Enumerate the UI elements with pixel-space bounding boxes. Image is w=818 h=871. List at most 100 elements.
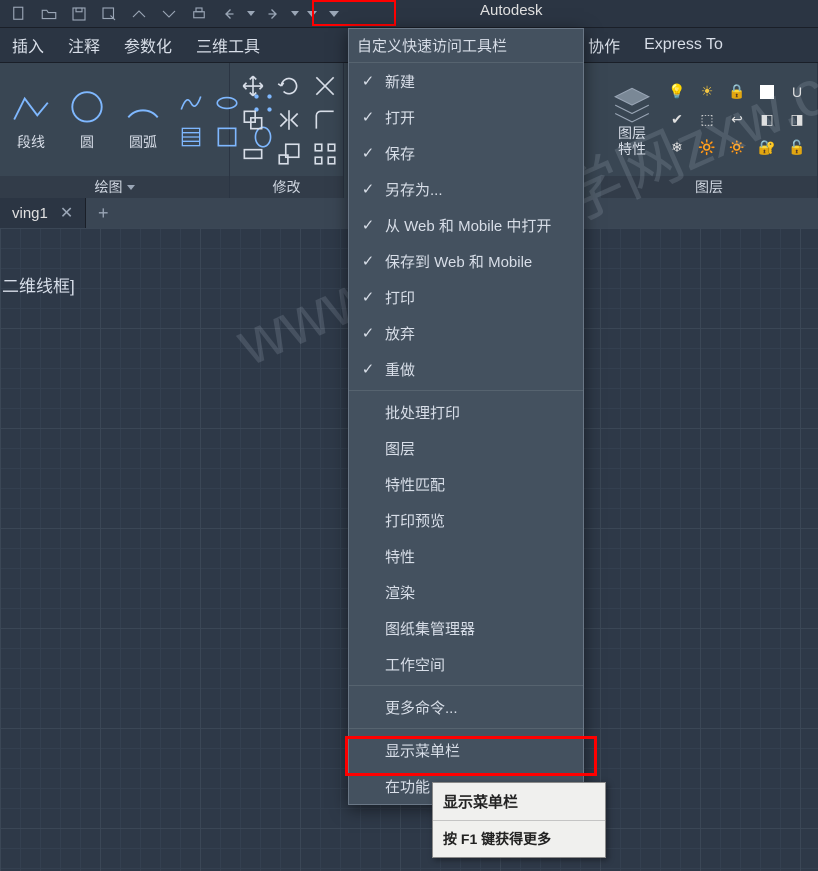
layer-lock2-icon[interactable]: 🔐 [753,135,781,161]
tool-fillet-icon[interactable] [308,104,342,136]
menu-item-label: 打印预览 [385,510,445,531]
layer-bulb-on-icon[interactable]: 💡 [663,79,691,105]
menu-item-label: 在功能 [385,776,430,797]
qat-undo-drop-icon[interactable] [244,2,258,26]
tab-annotate[interactable]: 注释 [64,29,104,61]
qat-web-open-icon[interactable] [124,2,154,26]
qat-redo-icon[interactable] [258,2,288,26]
tab-collab[interactable]: 协作 [584,29,624,61]
tab-parametric[interactable]: 参数化 [120,29,176,61]
tool-copy-icon[interactable] [236,104,270,136]
menu-item[interactable]: ✓打印 [349,279,583,315]
menu-item[interactable]: 特性匹配 [349,466,583,502]
menu-item[interactable]: 显示菜单栏 [349,732,583,768]
menu-item-label: 保存到 Web 和 Mobile [385,251,532,272]
panel-draw: 段线 圆 圆弧 绘图 [0,63,230,198]
panel-layers-title[interactable]: 图层 [601,176,817,198]
layer-unlock-icon[interactable]: 🔓 [783,135,811,161]
layer-freeze-icon[interactable]: ❄ [663,135,691,161]
panel-draw-title[interactable]: 绘图 [0,176,229,198]
menu-item[interactable]: 工作空间 [349,646,583,682]
document-tab[interactable]: ving1 ✕ [0,198,86,228]
layer-match-icon[interactable]: ⬚ [693,107,721,133]
tool-mirror-icon[interactable] [272,104,306,136]
menu-header: 自定义快速访问工具栏 [349,29,583,63]
check-icon: ✓ [359,324,377,342]
menu-item-label: 批处理打印 [385,402,460,423]
tool-trim-icon[interactable] [308,70,342,102]
menu-item-label: 图层 [385,438,415,459]
menu-item-label: 另存为... [385,179,443,200]
qat-new-icon[interactable] [4,2,34,26]
tooltip-help: 按 F1 键获得更多 [433,821,605,857]
layer-off-icon[interactable]: 🔆 [693,135,721,161]
menu-item[interactable]: 图层 [349,430,583,466]
panel-modify-title[interactable]: 修改 [230,176,343,198]
menu-item[interactable]: 特性 [349,538,583,574]
menu-item[interactable]: ✓另存为... [349,171,583,207]
qat-open-icon[interactable] [34,2,64,26]
panel-modify: 修改 [230,63,344,198]
layer-iso-icon[interactable]: ◧ [753,107,781,133]
tool-hatch-icon[interactable] [174,121,208,153]
menu-item[interactable]: ✓ 从 Web 和 Mobile 中打开 [349,207,583,243]
qat-highlight-box [312,0,396,26]
qat-saveas-icon[interactable] [94,2,124,26]
menu-item[interactable]: ✓ 保存到 Web 和 Mobile [349,243,583,279]
menu-item[interactable]: 打印预览 [349,502,583,538]
layer-prev-icon[interactable]: ↩ [723,107,751,133]
menu-item-label: 从 Web 和 Mobile 中打开 [385,215,551,236]
check-icon: ✓ [359,216,377,234]
layer-color-icon[interactable] [760,85,774,99]
layer-u-icon[interactable]: U [783,79,811,105]
menu-item[interactable]: 批处理打印 [349,394,583,430]
menu-item[interactable]: 图纸集管理器 [349,610,583,646]
menu-item[interactable]: ✓新建 [349,63,583,99]
layer-lock-icon[interactable]: 🔒 [723,79,751,105]
menu-item[interactable]: ✓保存 [349,135,583,171]
menu-item-label: 打印 [385,287,415,308]
menu-item[interactable]: 更多命令... [349,689,583,725]
app-title: Autodesk [480,2,543,19]
menu-item[interactable]: ✓重做 [349,351,583,387]
qat-print-icon[interactable] [184,2,214,26]
tool-scale-icon[interactable] [272,138,306,170]
layer-sun-icon[interactable]: ☀ [693,79,721,105]
btn-arc[interactable]: 圆弧 [118,86,168,154]
tool-stretch-icon[interactable] [236,138,270,170]
tool-move-icon[interactable] [236,70,270,102]
tool-spline-icon[interactable] [174,87,208,119]
menu-item[interactable]: 渲染 [349,574,583,610]
add-document-button[interactable]: + [86,203,120,224]
tab-3dtools[interactable]: 三维工具 [192,29,264,61]
qat-customize-menu: 自定义快速访问工具栏 ✓新建✓打开✓保存✓另存为...✓从 Web 和 Mobi… [348,28,584,805]
btn-circle[interactable]: 圆 [62,86,112,154]
btn-polyline[interactable]: 段线 [6,86,56,154]
check-icon: ✓ [359,252,377,270]
quick-access-toolbar [0,0,818,28]
qat-redo-drop-icon[interactable] [288,2,302,26]
tooltip-title: 显示菜单栏 [433,783,605,821]
menu-item-label: 渲染 [385,582,415,603]
visual-style-label[interactable]: 二维线框] [2,272,75,297]
panel-layers: 图层 特性 💡 ☀ 🔒 U ✔ ⬚ ↩ ◧ ◨ ❄ 🔆 🔅 🔐 🔓 图层 [601,63,818,198]
menu-item-label: 打开 [385,107,415,128]
qat-undo-icon[interactable] [214,2,244,26]
tool-array-icon[interactable] [308,138,342,170]
tool-rotate-icon[interactable] [272,70,306,102]
layer-on-icon[interactable]: 🔅 [723,135,751,161]
qat-save-icon[interactable] [64,2,94,26]
menu-item-label: 特性 [385,546,415,567]
menu-item-label: 新建 [385,71,415,92]
menu-separator [349,390,583,391]
menu-item[interactable]: ✓打开 [349,99,583,135]
layer-make-current-icon[interactable]: ✔ [663,107,691,133]
tab-express[interactable]: Express To [640,32,727,58]
btn-layer-props[interactable]: 图层 特性 [607,80,657,159]
close-icon[interactable]: ✕ [60,203,73,223]
menu-item[interactable]: ✓放弃 [349,315,583,351]
layer-uniso-icon[interactable]: ◨ [783,107,811,133]
tab-insert[interactable]: 插入 [8,29,48,61]
menu-item-label: 更多命令... [385,697,458,718]
qat-web-save-icon[interactable] [154,2,184,26]
